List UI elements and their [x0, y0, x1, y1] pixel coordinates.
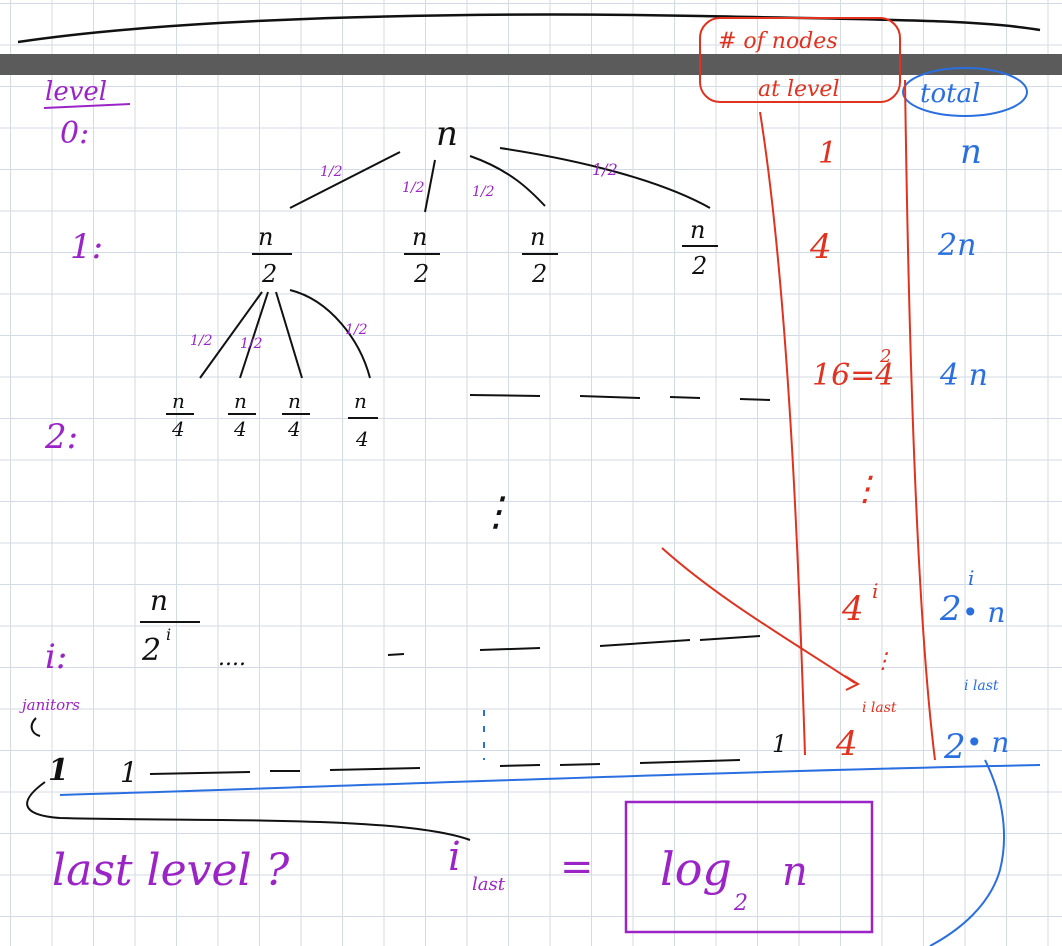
- i-last-expression: i last: [448, 834, 506, 895]
- svg-text:last: last: [472, 874, 506, 895]
- leaf-to-question-curve: [26, 781, 471, 841]
- level-i-nodes: 4 i: [841, 579, 878, 629]
- nodes-header-line1: # of nodes: [718, 29, 838, 54]
- edge-weight-2c: 1/2: [345, 322, 368, 338]
- nodes-column-left-line: [759, 111, 806, 756]
- last-level-nodes: 4 i last: [835, 700, 897, 764]
- svg-text:i last: i last: [964, 678, 999, 694]
- edge-weight-1a: 1/2: [320, 164, 343, 180]
- svg-text:2: 2: [733, 891, 748, 916]
- svg-text:n: n: [690, 216, 705, 244]
- svg-text:i: i: [166, 625, 171, 644]
- svg-text:4: 4: [287, 417, 301, 441]
- svg-text:n: n: [530, 223, 545, 251]
- root-node: n: [436, 114, 458, 154]
- svg-text:i: i: [448, 834, 461, 880]
- level-0-total: n: [960, 132, 982, 172]
- last-level-arrowhead: [844, 675, 861, 691]
- edge-weight-1b: 1/2: [402, 180, 425, 196]
- level-header: level: [45, 77, 107, 107]
- leaf-node: 1: [48, 753, 69, 788]
- svg-text:2: 2: [691, 252, 707, 280]
- level-2-total: 4 n: [939, 358, 988, 393]
- svg-text:n: n: [150, 584, 168, 617]
- edge-1-2c: [275, 291, 303, 379]
- level-i-node: n 2 i: [140, 584, 200, 668]
- svg-text:4: 4: [355, 427, 369, 451]
- leaf-level-dashes: [149, 759, 741, 775]
- level-i-total: 2 i • n: [939, 566, 1005, 629]
- level-1-node: n 2: [404, 223, 440, 288]
- level-0-nodes: 1: [818, 136, 837, 171]
- janitors-label: janitors: [19, 696, 80, 714]
- level-1-nodes: 4: [809, 227, 832, 267]
- svg-text:4: 4: [233, 417, 247, 441]
- svg-text:2: 2: [939, 589, 962, 629]
- svg-text:i: i: [872, 579, 878, 603]
- svg-text:2: 2: [879, 346, 891, 367]
- svg-text:• n: • n: [962, 596, 1005, 629]
- answer-expression: log 2 n: [660, 842, 808, 916]
- svg-text:log: log: [660, 842, 732, 896]
- last-level-total: 2 i last • n: [943, 678, 1009, 767]
- level-2-continuation-dashes: [469, 394, 771, 401]
- leaf-node: 1: [120, 756, 138, 789]
- svg-text:n: n: [234, 389, 247, 413]
- level-1-node: n 2: [252, 223, 292, 288]
- edge-weight-1d: 1/2: [592, 160, 618, 179]
- svg-text:2: 2: [141, 633, 161, 668]
- svg-text:4: 4: [835, 724, 858, 764]
- svg-text:2: 2: [261, 260, 277, 288]
- level-i-continuation-dashes: [387, 635, 761, 656]
- level-2-node: n 4: [228, 389, 256, 441]
- equals-sign: =: [560, 844, 594, 890]
- level-2-nodes: 16=4 2: [812, 346, 894, 393]
- edge-weight-1c: 1/2: [472, 184, 495, 200]
- nodes-vertical-dots: ⋮: [848, 469, 882, 509]
- last-level-line: [59, 764, 1041, 796]
- svg-text:n: n: [412, 223, 427, 251]
- svg-text:i last: i last: [862, 700, 897, 716]
- svg-text:n: n: [782, 849, 808, 895]
- tree-vertical-dots: ⋮: [476, 489, 516, 535]
- svg-text:2: 2: [943, 727, 966, 767]
- level-0-label: 0:: [60, 116, 89, 151]
- janitors-brace: [30, 717, 41, 737]
- total-header: total: [920, 79, 980, 109]
- svg-text:n: n: [172, 389, 185, 413]
- level-1-node: n 2: [522, 223, 558, 288]
- svg-text:4: 4: [171, 417, 185, 441]
- level-2-node: n 4: [348, 389, 378, 451]
- level-1-node: n 2: [682, 216, 718, 280]
- svg-text:• n: • n: [966, 726, 1009, 759]
- leaf-node: 1: [772, 730, 787, 758]
- svg-text:2: 2: [531, 260, 547, 288]
- edge-root-1b: [424, 159, 436, 213]
- level-2-node: n 4: [166, 389, 194, 441]
- nodes-header-line2: at level: [758, 77, 840, 102]
- edge-1-2b: [239, 291, 269, 379]
- edge-root-1a: [289, 151, 401, 209]
- level-i-label: i:: [45, 637, 67, 677]
- svg-text:i: i: [968, 566, 974, 590]
- level-i-dots: ....: [218, 646, 246, 671]
- svg-text:2: 2: [413, 260, 429, 288]
- nodes-vertical-dots-2: ⋮: [872, 649, 894, 674]
- edge-weight-2b: 1/2: [240, 336, 263, 352]
- svg-text:4: 4: [841, 589, 864, 629]
- svg-text:n: n: [288, 389, 301, 413]
- last-level-question: last level ?: [52, 845, 290, 896]
- recursion-tree-drawing: level 0: # of nodes at level total n 1/2…: [17, 13, 1041, 946]
- nodes-column-right-line: [904, 79, 936, 761]
- level-1-label: 1:: [70, 227, 103, 267]
- level-2-label: 2:: [44, 417, 78, 457]
- svg-text:n: n: [258, 223, 273, 251]
- level-1-total: 2n: [937, 228, 976, 263]
- right-brace-curve: [929, 759, 1006, 946]
- svg-text:n: n: [354, 389, 367, 413]
- notes-canvas: level 0: # of nodes at level total n 1/2…: [0, 0, 1062, 946]
- last-level-arrow: [661, 547, 856, 684]
- edge-weight-2a: 1/2: [190, 333, 213, 349]
- level-2-node: n 4: [282, 389, 310, 441]
